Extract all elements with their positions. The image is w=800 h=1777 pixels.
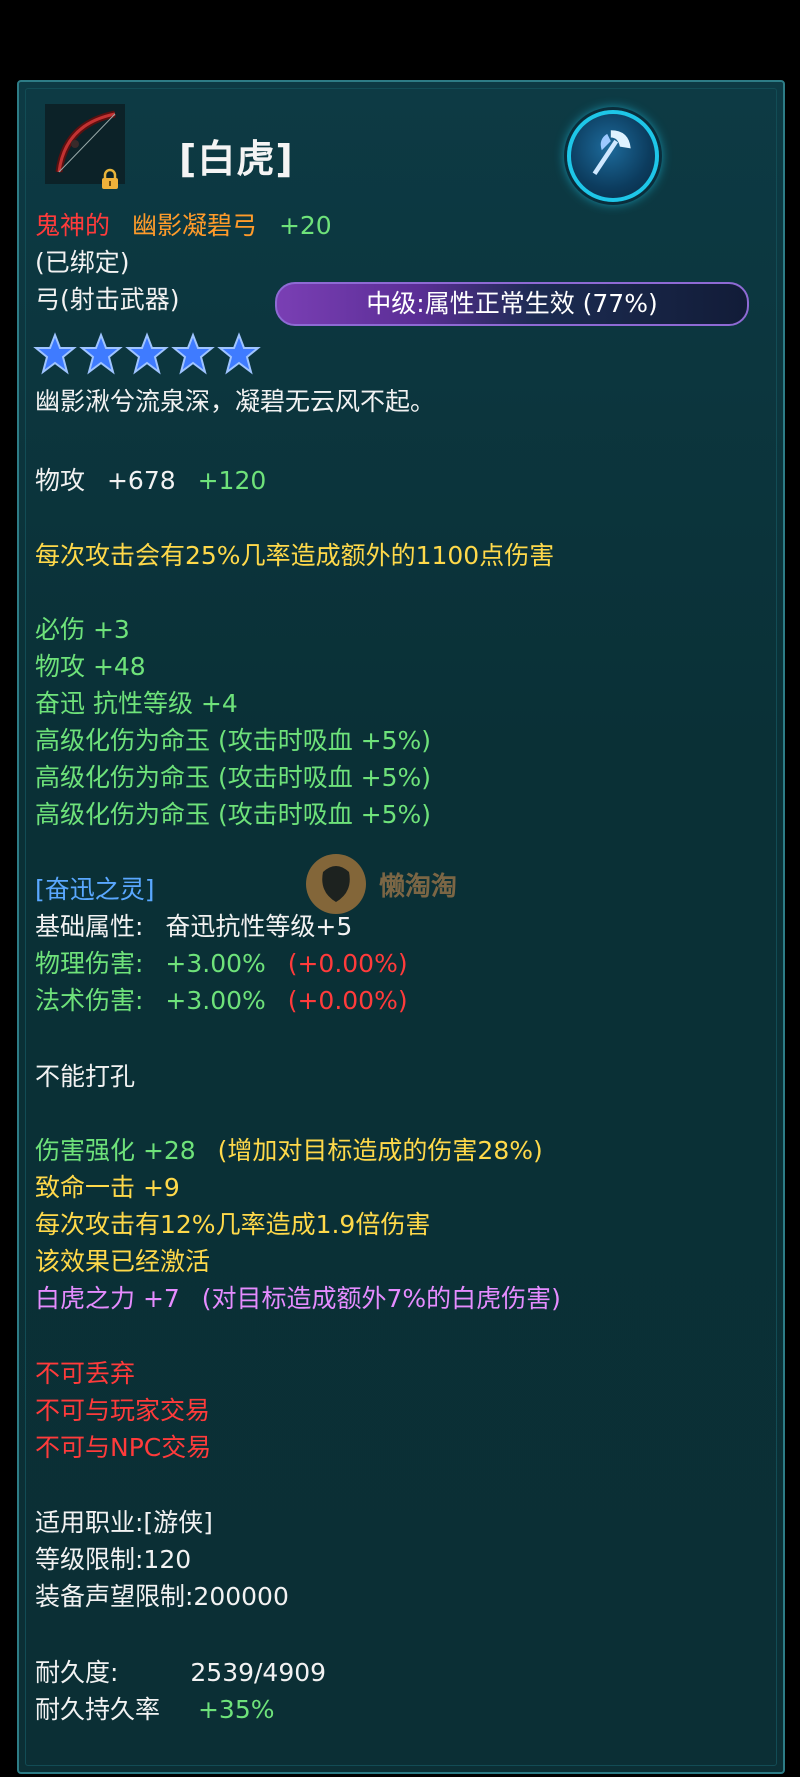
- star-icon: [217, 332, 261, 375]
- item-prefix: 鬼神的: [35, 211, 111, 240]
- quality-bar: 中级:属性正常生效 (77%): [275, 282, 749, 326]
- spirit-magic-label: 法术伤害:: [35, 986, 144, 1015]
- item-name-line: 鬼神的 幽影凝碧弓 +20: [35, 209, 332, 243]
- effect-active: 该效果已经激活: [35, 1247, 211, 1276]
- star-rating: [33, 332, 261, 376]
- spirit-phys-value: +3.00%: [165, 949, 266, 978]
- spirit-title: [奋迅之灵]: [35, 875, 155, 904]
- watermark-logo-icon: [306, 854, 366, 914]
- spirit-phys: 物理伤害: +3.00% (+0.00%): [35, 947, 408, 981]
- item-name: 幽影凝碧弓: [131, 211, 257, 240]
- spirit-base-label: 基础属性:: [35, 912, 144, 941]
- tiger-power: 白虎之力 +7 (对目标造成额外7%的白虎伤害): [35, 1282, 561, 1316]
- attack-line: 物攻 +678 +120: [35, 464, 266, 498]
- durability-rate-label: 耐久持久率: [35, 1695, 161, 1724]
- durability-rate-value: +35%: [197, 1695, 275, 1724]
- durability-rate: 耐久持久率 +35%: [35, 1693, 274, 1727]
- lock-icon: [102, 168, 118, 189]
- weapon-type: 弓(射击武器): [35, 285, 180, 314]
- durability-value: 2539/4909: [190, 1658, 327, 1687]
- axe-icon: [567, 110, 659, 202]
- star-icon: [171, 332, 215, 375]
- flavor-text: 幽影湫兮流泉深，凝碧无云风不起。: [35, 387, 436, 416]
- level-requirement: 等级限制:120: [35, 1545, 192, 1574]
- fame-requirement: 装备声望限制:200000: [35, 1582, 289, 1611]
- watermark-text: 懒淘淘: [379, 871, 458, 902]
- attack-base: +678: [106, 466, 176, 495]
- damage-boost-desc: (增加对目标造成的伤害28%): [217, 1136, 543, 1165]
- star-icon: [125, 332, 169, 375]
- item-enhance: +20: [278, 211, 332, 240]
- bonus-stat: 必伤 +3: [35, 615, 130, 644]
- restriction: 不可与NPC交易: [35, 1433, 212, 1462]
- proc-effect-2: 每次攻击有12%几率造成1.9倍伤害: [35, 1210, 431, 1239]
- attack-label: 物攻: [35, 466, 86, 495]
- star-icon: [33, 332, 77, 375]
- socket-status: 不能打孔: [35, 1062, 136, 1091]
- spirit-magic-extra: (+0.00%): [287, 986, 408, 1015]
- bonus-stat: 高级化伤为命玉 (攻击时吸血 +5%): [35, 763, 432, 792]
- item-tooltip: [白虎] 鬼神的 幽影凝碧弓 +20 (已绑定) 弓(射击武器) 中级:属性正常…: [17, 80, 785, 1774]
- watermark: 懒淘淘: [301, 852, 457, 916]
- crit-stat: 致命一击 +9: [35, 1173, 180, 1202]
- bonus-stat: 高级化伤为命玉 (攻击时吸血 +5%): [35, 800, 432, 829]
- durability: 耐久度: 2539/4909: [35, 1656, 326, 1690]
- spirit-phys-label: 物理伤害:: [35, 949, 144, 978]
- star-icon: [79, 332, 123, 375]
- proc-effect: 每次攻击会有25%几率造成额外的1100点伤害: [35, 541, 555, 570]
- restriction: 不可丢弃: [35, 1359, 136, 1388]
- bonus-stat: 高级化伤为命玉 (攻击时吸血 +5%): [35, 726, 432, 755]
- restriction: 不可与玩家交易: [35, 1396, 211, 1425]
- spirit-base: 基础属性: 奋迅抗性等级+5: [35, 910, 352, 944]
- attack-bonus: +120: [197, 466, 267, 495]
- item-title: [白虎]: [179, 137, 294, 181]
- spirit-magic: 法术伤害: +3.00% (+0.00%): [35, 984, 408, 1018]
- class-requirement: 适用职业:[游侠]: [35, 1508, 213, 1537]
- spirit-magic-value: +3.00%: [165, 986, 266, 1015]
- bound-status: (已绑定): [35, 248, 130, 277]
- spirit-base-value: 奋迅抗性等级+5: [165, 912, 353, 941]
- tiger-power-label: 白虎之力 +7: [35, 1284, 180, 1313]
- bonus-stat: 物攻 +48: [35, 652, 146, 681]
- quality-text: 中级:属性正常生效 (77%): [366, 289, 658, 318]
- spirit-phys-extra: (+0.00%): [287, 949, 408, 978]
- damage-boost-label: 伤害强化 +28: [35, 1136, 196, 1165]
- bonus-stat: 奋迅 抗性等级 +4: [35, 689, 238, 718]
- durability-label: 耐久度:: [35, 1658, 119, 1687]
- tiger-power-desc: (对目标造成额外7%的白虎伤害): [201, 1284, 561, 1313]
- damage-boost: 伤害强化 +28 (增加对目标造成的伤害28%): [35, 1134, 543, 1168]
